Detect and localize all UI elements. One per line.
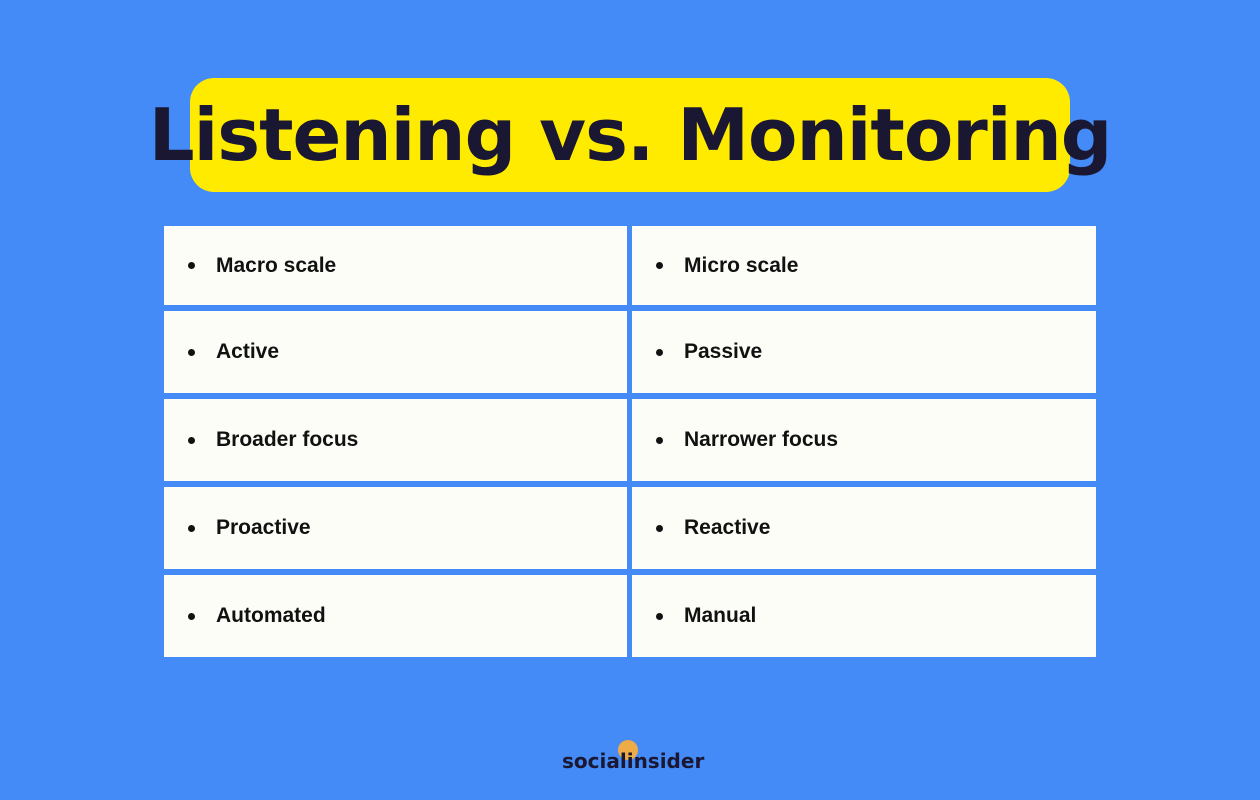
socialinsider-logo: socialinsider [562,740,705,780]
item-text: Proactive [216,516,311,539]
bullet-icon [188,262,195,269]
item-text: Macro scale [216,253,337,277]
item-text: Manual [684,604,757,627]
left-column-item: Automated [164,575,627,657]
logo-text: socialinsider [562,749,705,773]
page-title: Listening vs. Monitoring [148,93,1113,177]
bullet-icon [188,524,195,532]
left-column-item: Active [164,311,627,393]
right-column-item: Reactive [632,487,1096,569]
bullet-icon [188,612,195,620]
item-text: Reactive [684,516,771,539]
item-text: Active [216,340,280,363]
bullet-icon [656,612,663,620]
bullet-icon [656,524,663,532]
right-column-item: Manual [632,575,1096,657]
item-text: Micro scale [684,253,799,277]
item-text: Narrower focus [684,428,839,451]
left-column-item: Macro scale [164,226,627,305]
item-text: Automated [216,604,326,627]
right-column-item: Narrower focus [632,399,1096,481]
right-column-item: Passive [632,311,1096,393]
bullet-icon [188,436,195,444]
bullet-icon [656,348,663,356]
right-column-item: Micro scale [632,226,1096,305]
left-column-item: Proactive [164,487,627,569]
title-banner: Listening vs. Monitoring [149,78,1112,192]
bullet-icon [656,262,663,269]
bullet-icon [188,348,195,356]
item-text: Passive [684,340,763,363]
item-text: Broader focus [216,428,359,451]
left-column-item: Broader focus [164,399,627,481]
bullet-icon [656,436,663,444]
